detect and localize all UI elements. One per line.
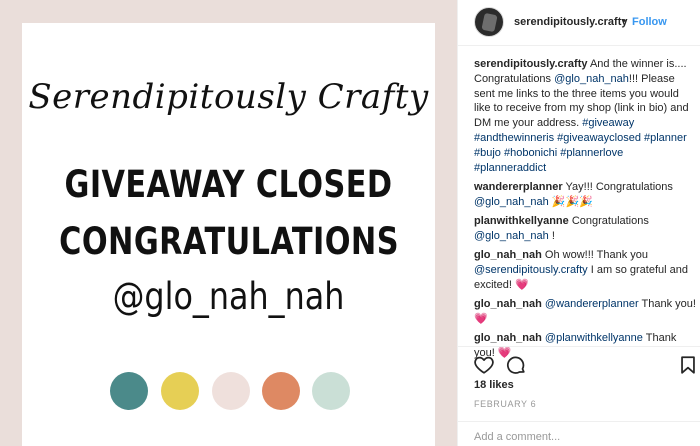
comments-list: serendipitously.crafty And the winner is… bbox=[474, 57, 696, 365]
color-swatches bbox=[22, 372, 435, 412]
comment-text: Congratulations bbox=[571, 214, 649, 227]
comment-mention[interactable]: @glo_nah_nah bbox=[474, 230, 549, 242]
caption-username[interactable]: serendipitously.crafty bbox=[474, 58, 588, 70]
comment-mention[interactable]: @serendipitously.crafty bbox=[474, 264, 588, 276]
script-title: Serendipitously Crafty bbox=[28, 77, 429, 117]
caption: serendipitously.crafty And the winner is… bbox=[474, 57, 696, 175]
likes-count[interactable]: 18 likes bbox=[474, 379, 514, 391]
comment-username[interactable]: glo_nah_nah bbox=[474, 332, 542, 344]
header-username[interactable]: serendipitously.crafty bbox=[514, 16, 628, 28]
separator-dot: • bbox=[622, 15, 626, 27]
comment-username[interactable]: planwithkellyanne bbox=[474, 215, 569, 227]
color-swatch bbox=[212, 372, 250, 410]
follow-button[interactable]: Follow bbox=[632, 16, 667, 28]
list-item: glo_nah_nah Oh wow!!! Thank you @serendi… bbox=[474, 248, 696, 292]
add-comment-bar bbox=[458, 421, 700, 446]
comment-username[interactable]: glo_nah_nah bbox=[474, 298, 542, 310]
post-sidebar: serendipitously.crafty • Follow serendip… bbox=[457, 0, 700, 446]
comment-mention[interactable]: @wandererplanner bbox=[545, 298, 639, 310]
comment-icon[interactable] bbox=[505, 354, 527, 376]
list-item: glo_nah_nah @wandererplanner Thank you! … bbox=[474, 297, 696, 327]
comment-trail: ! bbox=[548, 229, 555, 242]
giveaway-card: Serendipitously Crafty GIVEAWAY CLOSED C… bbox=[22, 23, 435, 446]
heart-icon[interactable] bbox=[473, 354, 495, 376]
headline-congratulations: CONGRATULATIONS bbox=[59, 220, 399, 263]
comment-text: Oh wow!!! Thank you bbox=[544, 249, 649, 262]
comment-trail: 🎉🎉🎉 bbox=[548, 195, 593, 208]
color-swatch bbox=[110, 372, 148, 410]
color-swatch bbox=[262, 372, 300, 410]
winner-handle: @glo_nah_nah bbox=[112, 275, 345, 318]
add-comment-input[interactable] bbox=[474, 429, 689, 445]
comment-username[interactable]: wandererplanner bbox=[474, 181, 563, 193]
comment-username[interactable]: glo_nah_nah bbox=[474, 249, 542, 261]
list-item: planwithkellyanne Congratulations @glo_n… bbox=[474, 214, 696, 244]
post-header: serendipitously.crafty • Follow bbox=[458, 0, 700, 46]
headline-giveaway-closed: GIVEAWAY CLOSED bbox=[64, 163, 393, 206]
color-swatch bbox=[161, 372, 199, 410]
color-swatch bbox=[312, 372, 350, 410]
comment-mention[interactable]: @planwithkellyanne bbox=[545, 332, 643, 344]
bookmark-icon[interactable] bbox=[677, 354, 699, 376]
comment-mention[interactable]: @glo_nah_nah bbox=[474, 196, 549, 208]
caption-mention[interactable]: @glo_nah_nah bbox=[554, 73, 629, 85]
post-image[interactable]: Serendipitously Crafty GIVEAWAY CLOSED C… bbox=[0, 0, 457, 446]
post-date: FEBRUARY 6 bbox=[474, 399, 537, 409]
list-item: wandererplanner Yay!!! Congratulations @… bbox=[474, 180, 696, 210]
comment-text: Yay!!! Congratulations bbox=[565, 180, 673, 193]
avatar[interactable] bbox=[474, 7, 504, 37]
